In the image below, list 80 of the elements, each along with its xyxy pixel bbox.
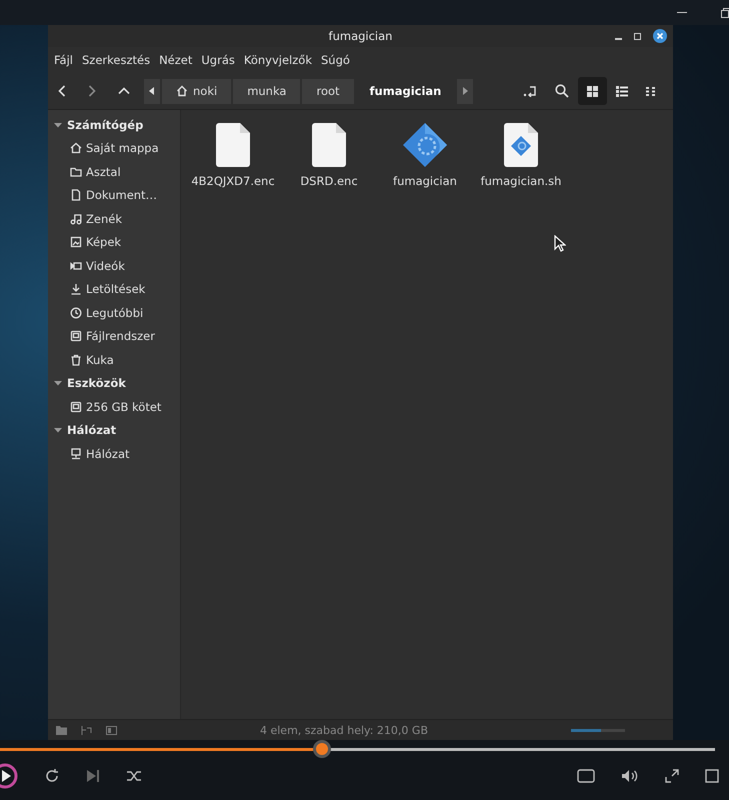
expanded-triangle-icon [54,426,62,434]
zoom-slider[interactable] [571,728,625,732]
path-button[interactable]: root [302,78,354,104]
network-icon [70,448,82,460]
home-icon [70,142,82,154]
window-title: fumagician [328,29,392,43]
sidebar-toggle-icon[interactable] [106,726,117,734]
grid-view-button[interactable] [578,77,607,105]
right-triangle-icon [462,87,468,95]
music-icon [70,212,82,225]
maximize-icon[interactable] [634,32,641,40]
replay-icon[interactable] [44,768,60,784]
section-header[interactable]: Hálózat [48,418,180,442]
home-icon [176,85,188,97]
folder-icon [70,166,82,178]
search-icon[interactable] [555,84,569,98]
expanded-triangle-icon [54,120,62,129]
restore-icon[interactable] [721,8,729,18]
minimize-icon[interactable] [677,12,687,14]
menu-item[interactable]: Nézet [159,53,192,67]
skip-next-icon[interactable] [86,769,100,783]
mouse-pointer-icon [554,235,566,252]
path-edit-icon[interactable] [523,85,537,97]
scroll-right-button[interactable] [457,78,474,104]
blank-file-icon[interactable] [312,122,346,168]
sidebar-item[interactable]: Dokument… [48,184,180,207]
subtitles-icon[interactable] [577,769,595,783]
expand-icon[interactable] [665,769,679,783]
left-triangle-icon [149,87,155,95]
path-button[interactable]: noki [162,78,232,104]
scroll-left-button[interactable] [144,78,160,104]
file-name: fumagician.sh [480,174,562,188]
sidebar-item[interactable]: Kuka [48,348,180,372]
back-icon[interactable] [58,85,66,97]
sidebar-item[interactable]: Legutóbbi [48,301,180,324]
drive-icon [70,330,82,342]
sidebar-item[interactable]: 256 GB kötet [48,395,180,418]
close-icon[interactable] [653,29,667,43]
tree-icon[interactable] [81,726,92,734]
list-icon [616,86,628,96]
menu-item[interactable]: Ugrás [201,53,235,67]
sidebar-item[interactable]: Saját mappa [48,136,180,160]
file-name: DSRD.enc [300,174,358,188]
up-icon[interactable] [118,87,130,95]
expanded-triangle-icon [54,379,62,388]
file-name: fumagician [393,174,457,188]
sidebar-item[interactable]: Asztal [48,160,180,184]
blank-file-icon[interactable] [216,122,250,168]
sidebar-item[interactable]: Fájlrendszer [48,324,180,348]
sidebar-item[interactable]: Képek [48,230,180,254]
download-icon [70,283,82,296]
drive-icon [70,400,82,413]
document-icon [70,189,82,202]
section-header[interactable]: Eszközök [48,372,180,395]
gear-diamond-icon[interactable] [402,122,448,168]
dots-grid-icon [646,86,656,96]
sidebar-item[interactable]: Letöltések [48,278,180,301]
image-icon [70,236,82,248]
video-icon [70,260,82,272]
menu-item[interactable]: Szerkesztés [82,53,150,67]
sidebar-item[interactable]: Zenék [48,207,180,230]
path-button[interactable]: munka [233,78,300,104]
trash-icon [70,354,82,366]
forward-icon[interactable] [88,85,96,97]
volume-icon[interactable] [621,769,639,783]
clock-icon [70,306,82,319]
file-name: 4B2QJXD7.enc [191,174,275,188]
sidebar-item[interactable]: Hálózat [48,442,180,466]
menu-item[interactable]: Fájl [54,53,73,67]
folder-icon[interactable] [56,726,67,734]
script-file-icon[interactable] [504,122,538,168]
seek-handle[interactable] [312,740,331,758]
section-header[interactable]: Számítógép [48,113,180,136]
status-text: 4 elem, szabad hely: 210,0 GB [258,724,429,736]
menu-item[interactable]: Súgó [320,53,350,67]
menu-item[interactable]: Könyvjelzők [244,53,312,67]
minimize-icon[interactable] [615,38,622,40]
sidebar-item[interactable]: Videók [48,254,180,278]
window-icon[interactable] [705,769,719,783]
grid-icon [587,86,598,96]
